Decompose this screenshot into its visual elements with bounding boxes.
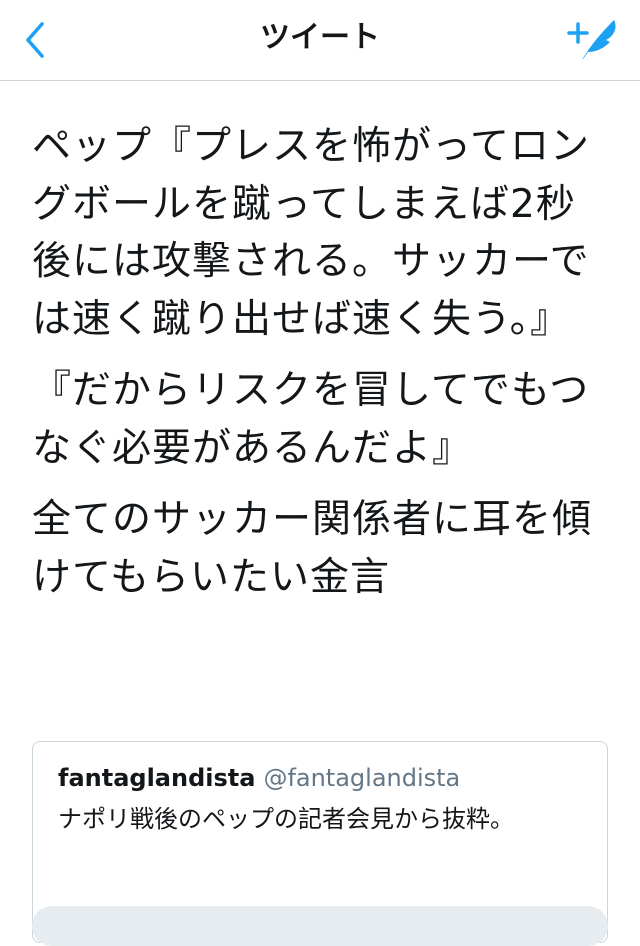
tweet-paragraph: 全てのサッカー関係者に耳を傾けてもらいたい金言 (32, 497, 593, 600)
quoted-tweet-header: fantaglandista @fantaglandista (58, 762, 460, 794)
compose-feather-icon (567, 20, 616, 60)
quoted-tweet-text: ナポリ戦後のペップの記者会見から抜粋。 (58, 805, 514, 833)
quoted-tweet-author-name: fantaglandista (58, 764, 256, 792)
tweet-paragraph: 『だからリスクを冒してでもつなぐ必要があるんだよ』 (32, 368, 590, 471)
tweet-text: ペップ『プレスを怖がってロングボールを蹴ってしまえば2秒後には攻撃される。サッカ… (32, 118, 612, 620)
quoted-tweet-author-handle: @fantaglandista (263, 764, 461, 792)
reply-input[interactable] (32, 906, 608, 946)
tweet-paragraph: ペップ『プレスを怖がってロングボールを蹴ってしまえば2秒後には攻撃される。サッカ… (32, 124, 591, 342)
page-title: ツイート (260, 20, 380, 55)
compose-tweet-button[interactable] (566, 14, 622, 66)
navigation-bar: ツイート (0, 0, 640, 81)
